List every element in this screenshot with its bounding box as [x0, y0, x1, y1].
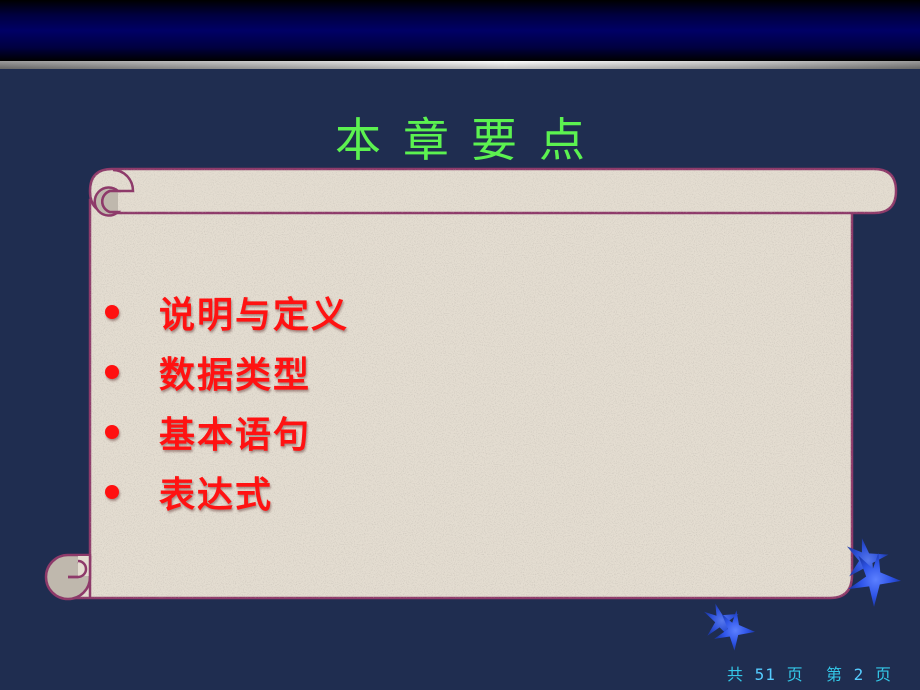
list-item-label: 基本语句	[159, 415, 312, 456]
list-item: 基本语句	[105, 402, 349, 462]
scroll-bottom-roll	[44, 553, 92, 601]
list-item-label: 数据类型	[159, 355, 312, 396]
bullet-icon	[105, 365, 119, 379]
bullet-icon	[105, 425, 119, 439]
current-page-value: 2	[853, 665, 865, 684]
total-pages-label: 共 51 页	[727, 661, 804, 685]
bullet-icon	[105, 485, 119, 499]
list-item-label: 说明与定义	[159, 295, 350, 336]
key-points-list: 说明与定义 数据类型 基本语句 表达式	[105, 282, 349, 522]
total-pages-value: 51	[754, 665, 776, 684]
list-item: 数据类型	[105, 342, 349, 402]
slide-title: 本章要点	[335, 113, 607, 167]
total-suffix: 页	[786, 665, 804, 684]
current-page-label: 第 2 页	[826, 661, 892, 685]
list-item-label: 表达式	[159, 475, 274, 516]
total-prefix: 共	[727, 665, 745, 684]
current-suffix: 页	[874, 665, 892, 684]
list-item: 说明与定义	[105, 282, 349, 342]
bullet-icon	[105, 305, 119, 319]
list-item: 表达式	[105, 462, 349, 522]
scroll-top-roll	[88, 167, 898, 217]
current-prefix: 第	[826, 665, 844, 684]
